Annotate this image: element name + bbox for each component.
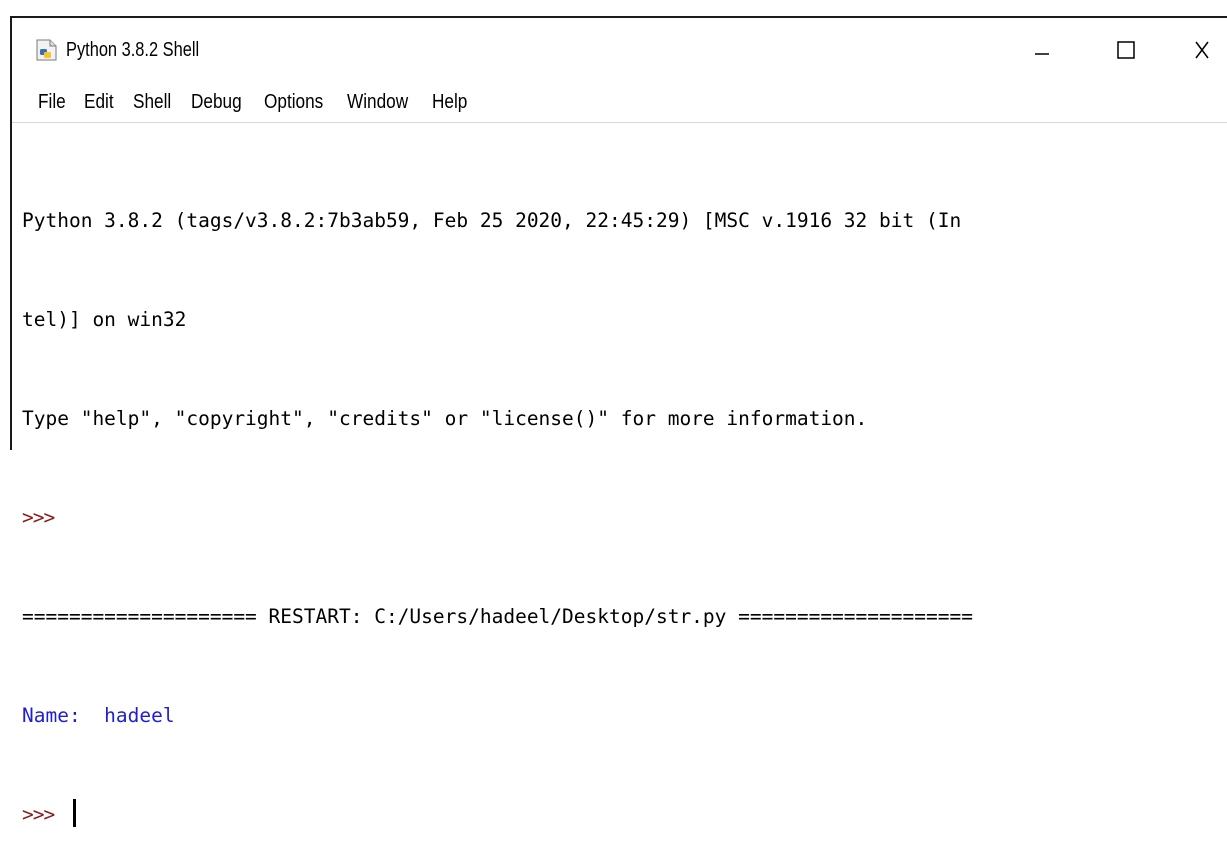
menu-options[interactable]: Options <box>264 91 323 114</box>
active-prompt-line[interactable]: >>> <box>22 798 973 831</box>
menu-shell[interactable]: Shell <box>133 91 171 114</box>
shell-prompt: >>> <box>22 803 65 826</box>
banner-line: Python 3.8.2 (tags/v3.8.2:7b3ab59, Feb 2… <box>22 209 962 232</box>
python-idle-icon <box>36 39 57 61</box>
close-button[interactable] <box>1172 28 1227 72</box>
window-title: Python 3.8.2 Shell <box>66 39 200 61</box>
close-icon <box>1195 41 1209 59</box>
menu-file[interactable]: File <box>38 91 66 114</box>
title-bar[interactable]: Python 3.8.2 Shell <box>12 18 1227 82</box>
shell-text-area[interactable]: Python 3.8.2 (tags/v3.8.2:7b3ab59, Feb 2… <box>22 138 973 864</box>
banner-line: tel)] on win32 <box>22 308 187 331</box>
menu-window[interactable]: Window <box>347 91 408 114</box>
minimize-icon <box>1035 53 1049 55</box>
menu-debug[interactable]: Debug <box>191 91 242 114</box>
banner-line: Type "help", "copyright", "credits" or "… <box>22 407 868 430</box>
shell-prompt: >>> <box>22 506 55 529</box>
restart-line: ==================== RESTART: C:/Users/h… <box>22 605 973 628</box>
text-cursor <box>72 799 76 827</box>
menu-bar: File Edit Shell Debug Options Window Hel… <box>12 82 1227 123</box>
maximize-icon <box>1117 41 1135 59</box>
program-output: Name: hadeel <box>22 704 175 727</box>
minimize-button[interactable] <box>1012 28 1072 72</box>
menu-edit[interactable]: Edit <box>84 91 114 114</box>
menu-help[interactable]: Help <box>432 91 467 114</box>
maximize-button[interactable] <box>1096 28 1156 72</box>
